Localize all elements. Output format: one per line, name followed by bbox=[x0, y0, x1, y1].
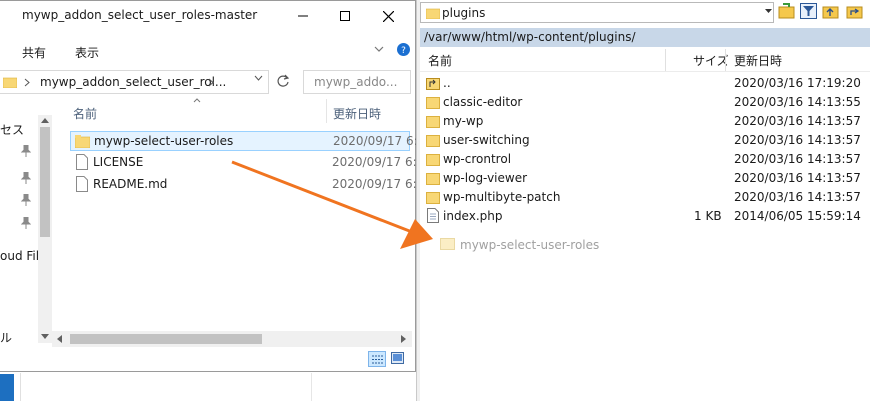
arrow-shaft bbox=[231, 160, 413, 234]
drag-arrow-annotation bbox=[231, 160, 433, 249]
arrow-head-icon bbox=[400, 219, 433, 249]
